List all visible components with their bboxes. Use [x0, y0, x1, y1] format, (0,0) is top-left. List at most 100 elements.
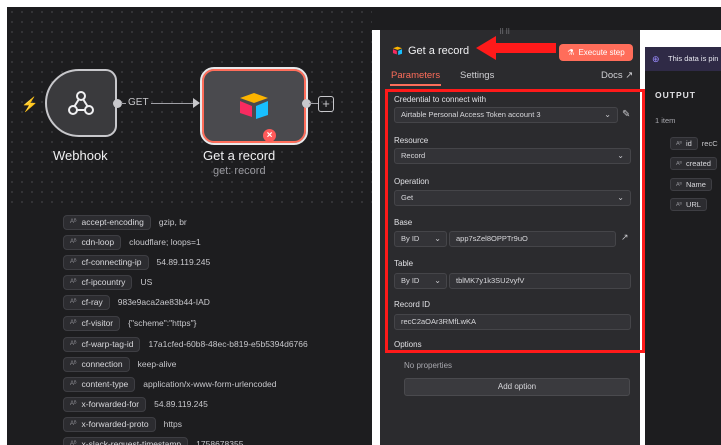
- string-type-icon: Aᴮ: [70, 320, 77, 326]
- panel-title: Get a record: [408, 45, 470, 57]
- header-value: cloudflare; loops=1: [129, 237, 201, 247]
- docs-label: Docs: [601, 70, 623, 81]
- header-key[interactable]: Aᴮ cdn-loop: [63, 234, 122, 250]
- string-type-icon: Aᴮ: [70, 279, 77, 285]
- header-key-text: x-forwarded-proto: [81, 419, 149, 429]
- string-type-icon: Aᴮ: [70, 219, 77, 225]
- header-row: Aᴮ content-type application/x-www-form-url…: [63, 376, 277, 392]
- arrow-head-icon: [193, 98, 200, 108]
- header-value: US: [140, 277, 153, 287]
- header-key[interactable]: Aᴮ x-slack-request-timestamp: [63, 436, 189, 445]
- airtable-icon: [240, 93, 268, 119]
- airtable-node[interactable]: ×: [200, 67, 308, 145]
- header-key-text: cf-ray: [81, 297, 103, 307]
- output-title: OUTPUT: [655, 90, 696, 100]
- string-type-icon: Aᴮ: [676, 160, 682, 167]
- add-node-button[interactable]: +: [318, 96, 334, 112]
- header-key[interactable]: Aᴮ content-type: [63, 376, 136, 392]
- output-field-row: Aᴮ id recC: [670, 137, 718, 150]
- header-key[interactable]: Aᴮ cf-ipcountry: [63, 274, 133, 290]
- header-row: Aᴮ cf-visitor {"scheme":"https"}: [63, 315, 196, 331]
- string-type-icon: Aᴮ: [70, 401, 77, 407]
- header-value: 54.89.119.245: [156, 257, 211, 267]
- connection-label: GET: [126, 97, 151, 108]
- output-field-value: recC: [701, 139, 718, 148]
- webhook-icon: [68, 91, 94, 115]
- header-key[interactable]: Aᴮ cf-visitor: [63, 315, 121, 331]
- airtable-sublabel: get: record: [213, 165, 266, 177]
- app-root: ⚡ GET × + Webhook Get a record get: reco…: [0, 0, 721, 445]
- string-type-icon: Aᴮ: [676, 140, 682, 147]
- header-key[interactable]: Aᴮ x-forwarded-proto: [63, 416, 156, 432]
- string-type-icon: Aᴮ: [70, 381, 77, 387]
- tab-settings[interactable]: Settings: [460, 70, 494, 81]
- header-value: 54.89.119.245: [154, 399, 208, 409]
- header-key[interactable]: Aᴮ cf-warp-tag-id: [63, 336, 141, 352]
- output-field-key[interactable]: Aᴮ Name: [670, 178, 712, 191]
- header-value: 17a1cfed-60b8-48ec-b819-e5b5394d6766: [148, 339, 308, 349]
- string-type-icon: Aᴮ: [70, 341, 77, 347]
- header-value: https: [163, 419, 183, 429]
- execute-step-label: Execute step: [578, 48, 625, 57]
- header-row: Aᴮ cf-warp-tag-id 17a1cfed-60b8-48ec-b819-…: [63, 336, 308, 352]
- string-type-icon: Aᴮ: [70, 299, 77, 305]
- header-key-text: content-type: [81, 379, 129, 389]
- header-row: Aᴮ cdn-loop cloudflare; loops=1: [63, 234, 201, 250]
- string-type-icon: Aᴮ: [70, 441, 77, 445]
- header-key-text: x-forwarded-for: [81, 399, 140, 409]
- header-value: gzip, br: [158, 217, 187, 227]
- request-headers-list: Aᴮ accept-encoding gzip, br Aᴮ cdn-loop cloud…: [7, 209, 372, 445]
- tab-parameters[interactable]: Parameters: [391, 70, 440, 81]
- output-field-row: Aᴮ Name: [670, 178, 716, 191]
- header-value: {"scheme":"https"}: [128, 318, 197, 328]
- string-type-icon: Aᴮ: [70, 361, 77, 367]
- header-key-text: cf-warp-tag-id: [81, 339, 134, 349]
- no-properties-text: No properties: [404, 361, 453, 370]
- output-field-key-text: id: [685, 139, 692, 148]
- pin-icon: ⊕: [652, 54, 660, 64]
- output-field-row: Aᴮ created: [670, 157, 721, 170]
- header-key[interactable]: Aᴮ cf-connecting-ip: [63, 254, 149, 270]
- header-row: Aᴮ x-forwarded-proto https: [63, 416, 182, 432]
- add-option-button[interactable]: Add option: [404, 378, 630, 396]
- webhook-node[interactable]: [45, 69, 117, 137]
- flask-icon: ⚗: [567, 48, 575, 57]
- annotation-highlight-box: [385, 89, 645, 353]
- header-key-text: connection: [81, 359, 123, 369]
- header-row: Aᴮ cf-ipcountry US: [63, 274, 152, 290]
- header-key-text: accept-encoding: [81, 217, 144, 227]
- workflow-canvas[interactable]: ⚡ GET × + Webhook Get a record get: reco…: [7, 7, 372, 209]
- string-type-icon: Aᴮ: [70, 239, 77, 245]
- string-type-icon: Aᴮ: [676, 181, 682, 188]
- header-key-text: cf-visitor: [81, 318, 114, 328]
- output-field-key[interactable]: Aᴮ URL: [670, 198, 707, 211]
- header-key-text: cf-connecting-ip: [81, 257, 142, 267]
- output-field-key[interactable]: Aᴮ created: [670, 157, 717, 170]
- header-value: 983e9aca2ae83b44-IAD: [117, 297, 210, 307]
- airtable-label: Get a record: [203, 148, 276, 163]
- header-key[interactable]: Aᴮ x-forwarded-for: [63, 396, 147, 412]
- header-row: Aᴮ cf-connecting-ip 54.89.119.245: [63, 254, 210, 270]
- header-key[interactable]: Aᴮ cf-ray: [63, 294, 110, 310]
- trigger-bolt-icon: ⚡: [21, 96, 39, 112]
- output-field-key[interactable]: Aᴮ id: [670, 137, 698, 150]
- top-strip: [372, 7, 721, 30]
- header-key-text: cdn-loop: [81, 237, 115, 247]
- output-field-key-text: Name: [685, 180, 706, 189]
- execute-step-button[interactable]: ⚗ Execute step: [559, 44, 633, 61]
- header-row: Aᴮ connection keep-alive: [63, 356, 176, 372]
- docs-link[interactable]: Docs ↗: [601, 70, 633, 81]
- output-field-key-text: created: [685, 159, 711, 168]
- header-value: application/x-www-form-urlencoded: [143, 379, 277, 389]
- output-field-row: Aᴮ URL: [670, 198, 711, 211]
- string-type-icon: Aᴮ: [70, 421, 77, 427]
- output-item-count: 1 item: [655, 116, 676, 125]
- header-key[interactable]: Aᴮ connection: [63, 356, 130, 372]
- header-value: 1758678355: [196, 439, 244, 445]
- string-type-icon: Aᴮ: [676, 201, 682, 208]
- header-key[interactable]: Aᴮ accept-encoding: [63, 214, 151, 230]
- header-key-text: cf-ipcountry: [81, 277, 126, 287]
- header-key-text: x-slack-request-timestamp: [81, 439, 182, 445]
- header-row: Aᴮ x-forwarded-for 54.89.119.245: [63, 396, 208, 412]
- active-tab-indicator: [390, 84, 441, 86]
